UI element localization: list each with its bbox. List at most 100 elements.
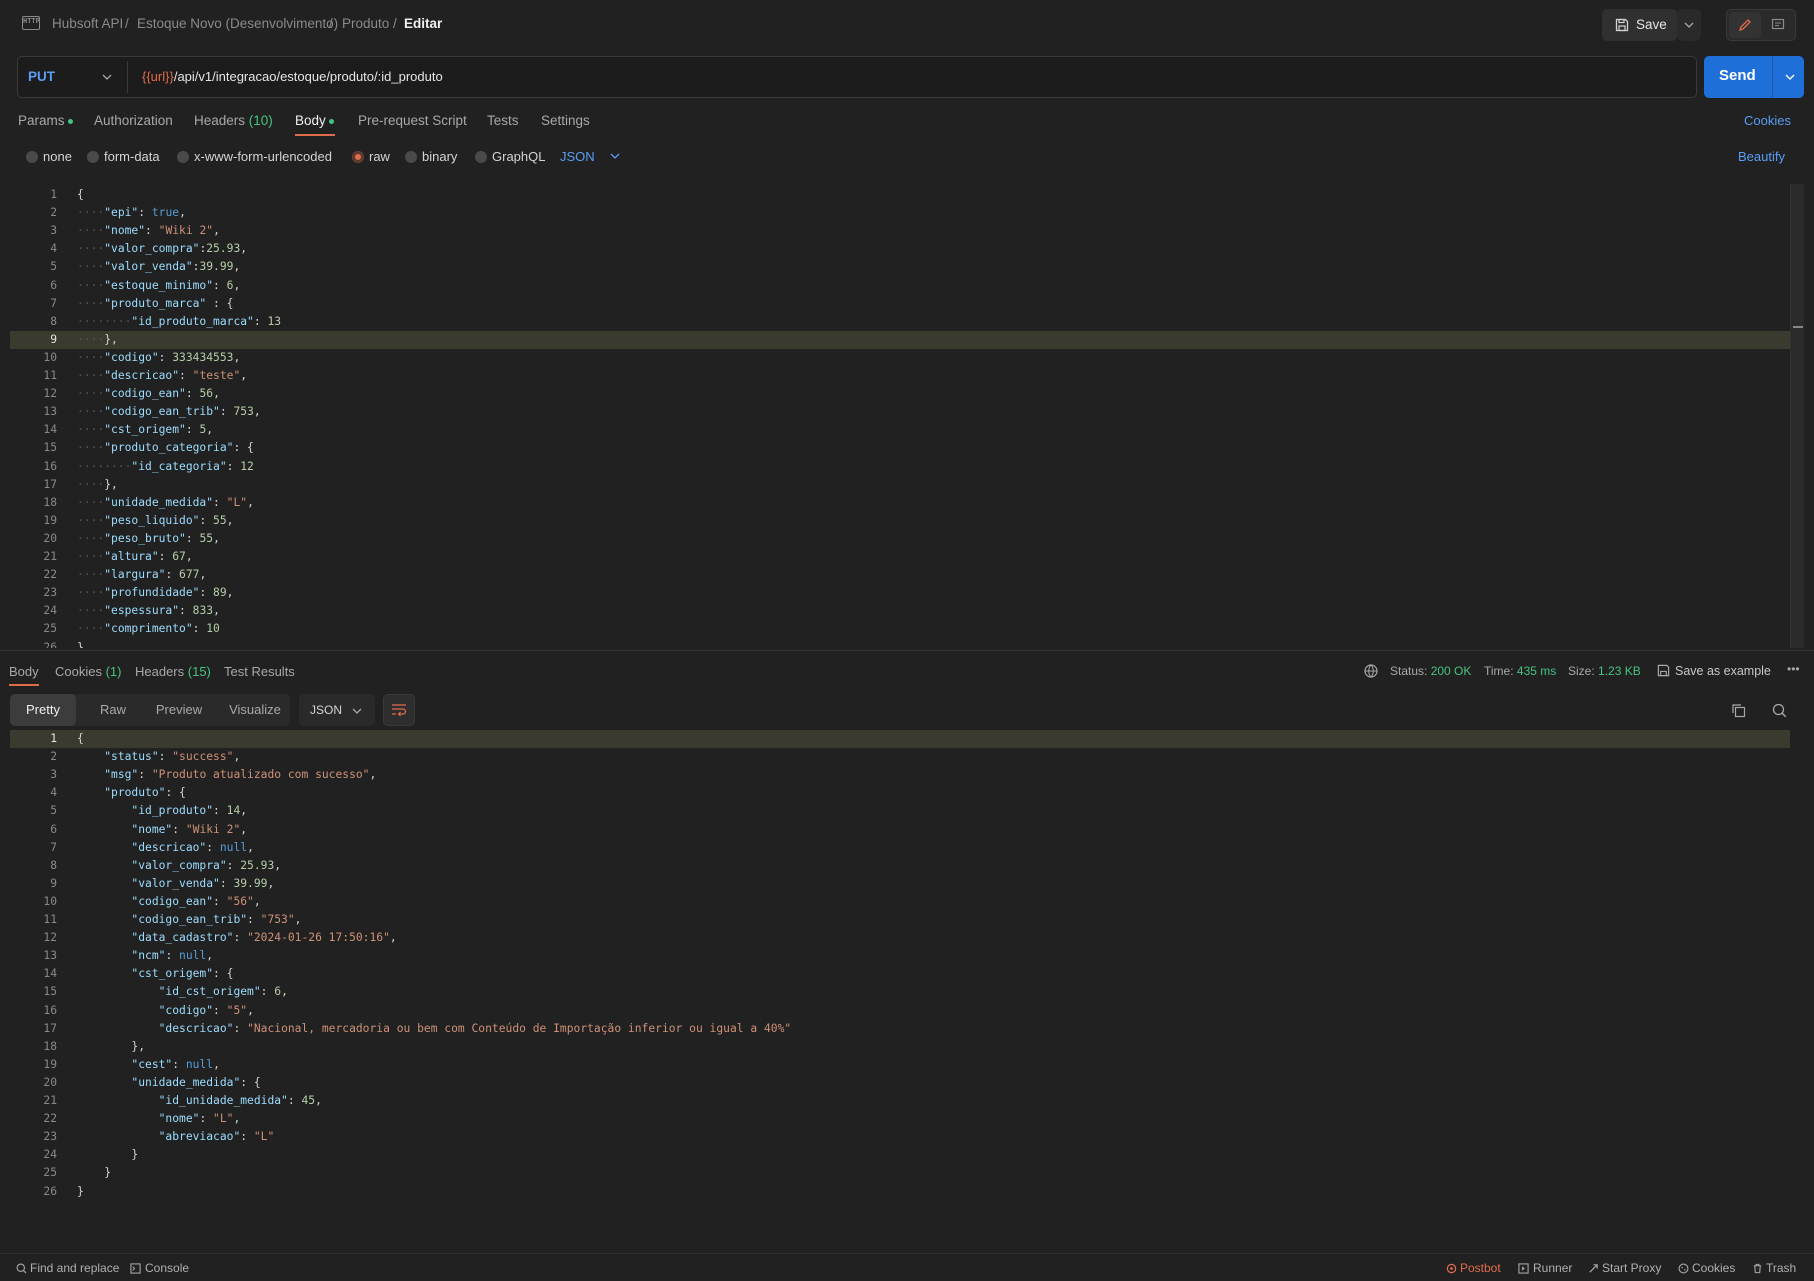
tab-pre-request-script[interactable]: Pre-request Script — [358, 113, 467, 128]
scroll-thumb[interactable] — [1793, 326, 1803, 328]
code-line[interactable]: 17 "descricao": "Nacional, mercadoria ou… — [10, 1020, 1790, 1038]
code-line[interactable]: 23 "abreviacao": "L" — [10, 1128, 1790, 1146]
code-line[interactable]: 23 ····"profundidade": 89, — [10, 584, 1790, 602]
time-readout[interactable]: Time: 435 ms — [1484, 664, 1556, 678]
cookies-link[interactable]: Cookies — [1744, 113, 1791, 128]
wrap-lines-button[interactable] — [383, 694, 415, 726]
comments-mode-button[interactable] — [1763, 12, 1793, 38]
chevron-down-icon[interactable] — [1785, 74, 1795, 80]
search-icon[interactable] — [1772, 703, 1787, 718]
code-line[interactable]: 16 "codigo": "5", — [10, 1002, 1790, 1020]
tab-settings[interactable]: Settings — [541, 113, 590, 128]
code-line[interactable]: 21 "id_unidade_medida": 45, — [10, 1092, 1790, 1110]
postbot-button[interactable]: Postbot — [1446, 1261, 1501, 1275]
code-line[interactable]: 24 } — [10, 1146, 1790, 1164]
response-tab-headers[interactable]: Headers (15) — [135, 664, 211, 679]
code-line[interactable]: 13 "ncm": null, — [10, 947, 1790, 965]
code-line[interactable]: 11 "codigo_ean_trib": "753", — [10, 911, 1790, 929]
code-line[interactable]: 15 ····"produto_categoria": { — [10, 439, 1790, 457]
code-line[interactable]: 8 ········"id_produto_marca": 13 — [10, 313, 1790, 331]
code-line[interactable]: 9 ····}, — [10, 330, 1790, 349]
code-line[interactable]: 22 ····"largura": 677, — [10, 566, 1790, 584]
copy-icon[interactable] — [1731, 703, 1746, 718]
code-line[interactable]: 10 "codigo_ean": "56", — [10, 893, 1790, 911]
save-options-dropdown[interactable] — [1677, 9, 1701, 41]
code-line[interactable]: 24 ····"espessura": 833, — [10, 602, 1790, 620]
response-body-viewer[interactable]: 1{2 "status": "success", 3 "msg": "Produt… — [10, 730, 1804, 1250]
code-line[interactable]: 26} — [10, 1183, 1790, 1201]
tab-params[interactable]: Params — [18, 113, 73, 128]
code-line[interactable]: 10 ····"codigo": 333434553, — [10, 349, 1790, 367]
cookies-button[interactable]: Cookies — [1678, 1261, 1735, 1275]
code-line[interactable]: 1{ — [10, 730, 1790, 748]
breadcrumb-collection[interactable]: Estoque Novo (Desenvolvimento) — [137, 16, 338, 31]
code-line[interactable]: 5 ····"valor_venda":39.99, — [10, 258, 1790, 276]
method-select[interactable]: PUT — [28, 69, 55, 84]
status-readout[interactable]: Status: 200 OK — [1390, 664, 1471, 678]
code-line[interactable]: 2 ····"epi": true, — [10, 204, 1790, 222]
raw-format-select[interactable]: JSON — [560, 149, 620, 164]
code-line[interactable]: 13 ····"codigo_ean_trib": 753, — [10, 403, 1790, 421]
response-tab-cookies[interactable]: Cookies (1) — [55, 664, 121, 679]
code-line[interactable]: 12 ····"codigo_ean": 56, — [10, 385, 1790, 403]
code-line[interactable]: 20 "unidade_medida": { — [10, 1074, 1790, 1092]
find-and-replace-button[interactable]: Find and replace — [16, 1261, 119, 1275]
save-button[interactable]: Save — [1602, 9, 1677, 41]
code-line[interactable]: 2 "status": "success", — [10, 748, 1790, 766]
start-proxy-button[interactable]: Start Proxy — [1588, 1261, 1661, 1275]
code-line[interactable]: 3 "msg": "Produto atualizado com sucesso… — [10, 766, 1790, 784]
request-body-editor[interactable]: 1{2 ····"epi": true, 3 ····"nome": "Wiki 2"… — [10, 184, 1804, 648]
pane-divider[interactable] — [0, 650, 1814, 651]
tab-authorization[interactable]: Authorization — [94, 113, 173, 128]
code-line[interactable]: 9 "valor_venda": 39.99, — [10, 875, 1790, 893]
code-line[interactable]: 22 "nome": "L", — [10, 1110, 1790, 1128]
chevron-down-icon[interactable] — [102, 74, 112, 80]
tab-tests[interactable]: Tests — [487, 113, 519, 128]
code-line[interactable]: 19 "cest": null, — [10, 1056, 1790, 1074]
code-line[interactable]: 19 ····"peso_liquido": 55, — [10, 512, 1790, 530]
edit-mode-button[interactable] — [1729, 12, 1761, 38]
code-line[interactable]: 25 } — [10, 1164, 1790, 1182]
radio-none[interactable]: none — [26, 149, 72, 164]
view-preview[interactable]: Preview — [146, 694, 212, 726]
code-line[interactable]: 6 "nome": "Wiki 2", — [10, 821, 1790, 839]
runner-button[interactable]: Runner — [1518, 1261, 1572, 1275]
code-line[interactable]: 4 "produto": { — [10, 784, 1790, 802]
url-input[interactable]: {{url}}/api/v1/integracao/estoque/produt… — [142, 69, 443, 84]
radio-form-data[interactable]: form-data — [87, 149, 160, 164]
code-line[interactable]: 15 "id_cst_origem": 6, — [10, 983, 1790, 1001]
response-tab-body[interactable]: Body — [9, 664, 39, 679]
size-readout[interactable]: Size: 1.23 KB — [1568, 664, 1641, 678]
code-line[interactable]: 18 }, — [10, 1038, 1790, 1056]
view-pretty[interactable]: Pretty — [10, 694, 76, 726]
breadcrumb-workspace[interactable]: Hubsoft API — [52, 16, 123, 31]
tab-headers[interactable]: Headers (10) — [194, 113, 273, 128]
code-line[interactable]: 26} — [10, 639, 1790, 649]
code-line[interactable]: 6 ····"estoque_minimo": 6, — [10, 277, 1790, 295]
radio-graphql[interactable]: GraphQL — [475, 149, 545, 164]
breadcrumb-current[interactable]: Editar — [404, 16, 442, 31]
view-visualize[interactable]: Visualize — [220, 694, 290, 726]
save-as-example-button[interactable]: Save as example — [1657, 664, 1771, 678]
code-line[interactable]: 20 ····"peso_bruto": 55, — [10, 530, 1790, 548]
breadcrumb-folder[interactable]: Produto — [342, 16, 389, 31]
code-line[interactable]: 7 ····"produto_marca" : { — [10, 295, 1790, 313]
beautify-link[interactable]: Beautify — [1738, 149, 1785, 164]
radio-x-www-form-urlencoded[interactable]: x-www-form-urlencoded — [177, 149, 332, 164]
code-line[interactable]: 16 ········"id_categoria": 12 — [10, 458, 1790, 476]
code-line[interactable]: 5 "id_produto": 14, — [10, 802, 1790, 820]
code-line[interactable]: 4 ····"valor_compra":25.93, — [10, 240, 1790, 258]
code-line[interactable]: 3 ····"nome": "Wiki 2", — [10, 222, 1790, 240]
code-line[interactable]: 8 "valor_compra": 25.93, — [10, 857, 1790, 875]
editor-scrollbar[interactable] — [1790, 184, 1804, 648]
code-line[interactable]: 14 ····"cst_origem": 5, — [10, 421, 1790, 439]
code-line[interactable]: 21 ····"altura": 67, — [10, 548, 1790, 566]
code-line[interactable]: 1{ — [10, 186, 1790, 204]
response-tab-test-results[interactable]: Test Results — [224, 664, 295, 679]
response-format-select[interactable]: JSON — [299, 694, 375, 726]
view-raw[interactable]: Raw — [80, 694, 146, 726]
code-line[interactable]: 14 "cst_origem": { — [10, 965, 1790, 983]
code-line[interactable]: 12 "data_cadastro": "2024-01-26 17:50:16… — [10, 929, 1790, 947]
code-line[interactable]: 25 ····"comprimento": 10 — [10, 620, 1790, 638]
radio-raw[interactable]: raw — [352, 149, 390, 164]
